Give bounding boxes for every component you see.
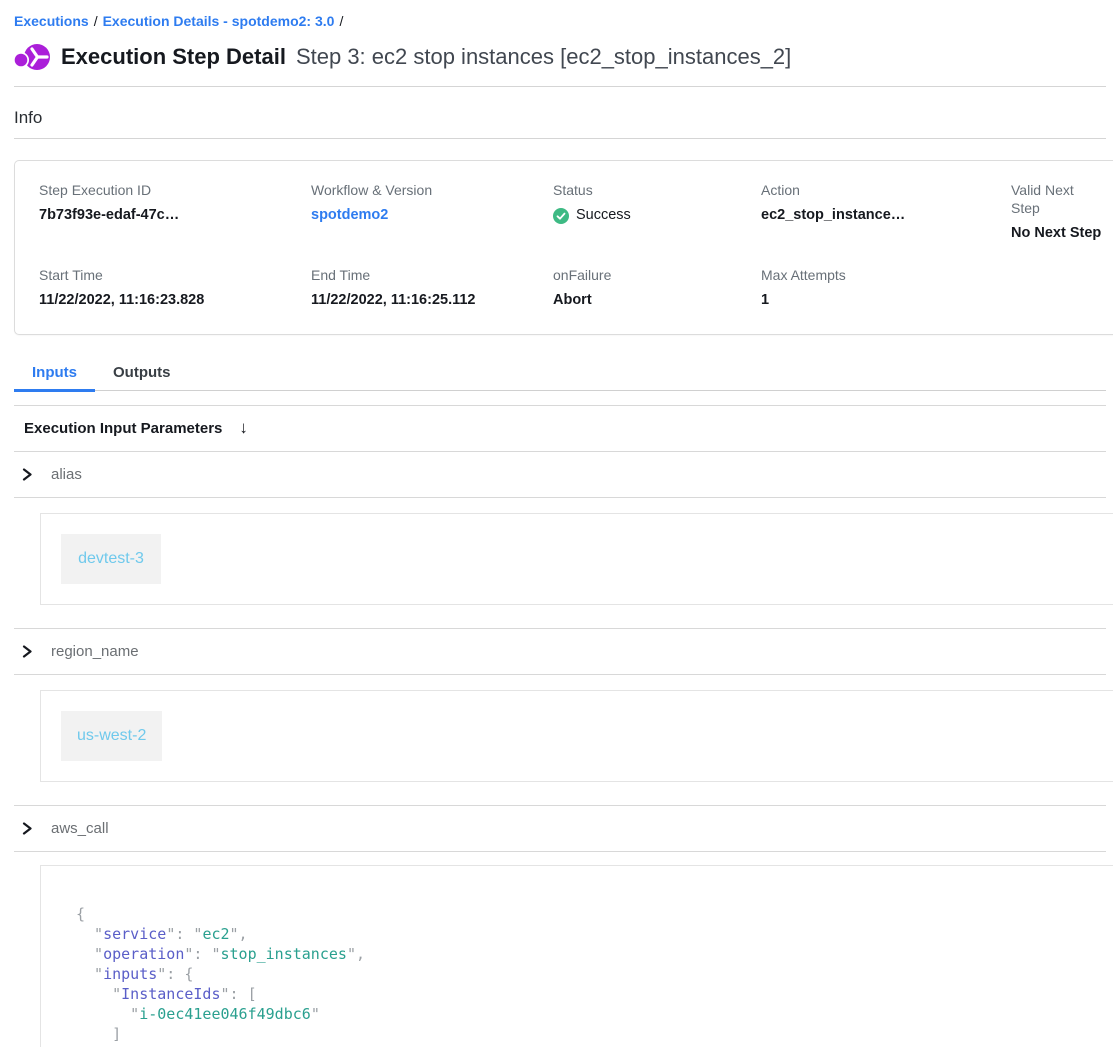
- breadcrumb-separator: /: [339, 13, 343, 29]
- field-end-time: End Time 11/22/2022, 11:16:25.112: [311, 266, 553, 310]
- field-label: Start Time: [39, 266, 299, 284]
- value-box: us-west-2: [40, 690, 1113, 782]
- field-label: onFailure: [553, 266, 749, 284]
- field-onfailure: onFailure Abort: [553, 266, 761, 310]
- field-label: Status: [553, 181, 749, 199]
- chevron-right-icon: [22, 468, 33, 481]
- breadcrumb-separator: /: [94, 13, 98, 29]
- chevron-right-icon: [22, 822, 33, 835]
- workflow-link[interactable]: spotdemo2: [311, 206, 541, 225]
- field-start-time: Start Time 11/22/2022, 11:16:23.828: [39, 266, 311, 310]
- section-content-alias: devtest-3: [14, 497, 1106, 628]
- field-label: Action: [761, 181, 999, 199]
- down-arrow-icon[interactable]: ↓: [239, 418, 248, 438]
- section-content-region-name: us-west-2: [14, 674, 1106, 805]
- success-check-icon: [553, 208, 569, 224]
- section-header-alias[interactable]: alias: [14, 451, 1106, 497]
- field-status: Status Success: [553, 181, 761, 243]
- info-card: Step Execution ID 7b73f93e-edaf-47c… Wor…: [14, 160, 1113, 335]
- field-action: Action ec2_stop_instance…: [761, 181, 1011, 243]
- breadcrumb-link-execution-details[interactable]: Execution Details - spotdemo2: 3.0: [103, 13, 335, 29]
- info-section-heading: Info: [14, 108, 1106, 139]
- field-workflow-version: Workflow & Version spotdemo2: [311, 181, 553, 243]
- section-content-aws-call: { "service": "ec2", "operation": "stop_i…: [14, 851, 1106, 1047]
- section-name: aws_call: [51, 820, 109, 837]
- section-name: region_name: [51, 643, 139, 660]
- field-label: Workflow & Version: [311, 181, 541, 199]
- field-label: End Time: [311, 266, 541, 284]
- field-valid-next-step: Valid Next Step No Next Step: [1011, 181, 1113, 243]
- json-code: { "service": "ec2", "operation": "stop_i…: [40, 865, 1113, 1047]
- status-badge: Success: [553, 206, 749, 225]
- page: Executions/Execution Details - spotdemo2…: [0, 0, 1113, 1047]
- page-title: Execution Step Detail: [61, 44, 286, 70]
- execution-input-parameters: Execution Input Parameters ↓ alias devte…: [14, 405, 1106, 1047]
- field-label: Valid Next Step: [1011, 181, 1104, 217]
- field-value: 11/22/2022, 11:16:23.828: [39, 291, 299, 310]
- region-value-chip[interactable]: us-west-2: [61, 711, 162, 761]
- field-value: No Next Step: [1011, 224, 1104, 243]
- field-max-attempts: Max Attempts 1: [761, 266, 1011, 310]
- tab-bar: Inputs Outputs: [14, 360, 1106, 391]
- field-label: Max Attempts: [761, 266, 999, 284]
- params-header-label: Execution Input Parameters: [24, 420, 222, 437]
- title-row: Execution Step Detail Step 3: ec2 stop i…: [14, 41, 1106, 87]
- params-header: Execution Input Parameters ↓: [14, 405, 1106, 451]
- app-logo-icon: [14, 41, 51, 73]
- section-header-aws-call[interactable]: aws_call: [14, 805, 1106, 851]
- value-box: devtest-3: [40, 513, 1113, 605]
- alias-value-chip[interactable]: devtest-3: [61, 534, 161, 584]
- chevron-right-icon: [22, 645, 33, 658]
- page-subtitle: Step 3: ec2 stop instances [ec2_stop_ins…: [296, 44, 791, 70]
- field-value: Abort: [553, 291, 749, 310]
- field-value: 7b73f93e-edaf-47c…: [39, 206, 299, 225]
- field-label: Step Execution ID: [39, 181, 299, 199]
- field-empty: [1011, 266, 1113, 310]
- section-header-region-name[interactable]: region_name: [14, 628, 1106, 674]
- tab-inputs[interactable]: Inputs: [14, 360, 95, 392]
- tab-outputs[interactable]: Outputs: [95, 360, 189, 392]
- field-value: 11/22/2022, 11:16:25.112: [311, 291, 541, 310]
- breadcrumb-link-executions[interactable]: Executions: [14, 13, 89, 29]
- breadcrumb: Executions/Execution Details - spotdemo2…: [14, 10, 1106, 32]
- section-name: alias: [51, 466, 82, 483]
- field-value: 1: [761, 291, 999, 310]
- field-step-execution-id: Step Execution ID 7b73f93e-edaf-47c…: [39, 181, 311, 243]
- field-value: ec2_stop_instance…: [761, 206, 999, 225]
- status-text: Success: [576, 206, 631, 225]
